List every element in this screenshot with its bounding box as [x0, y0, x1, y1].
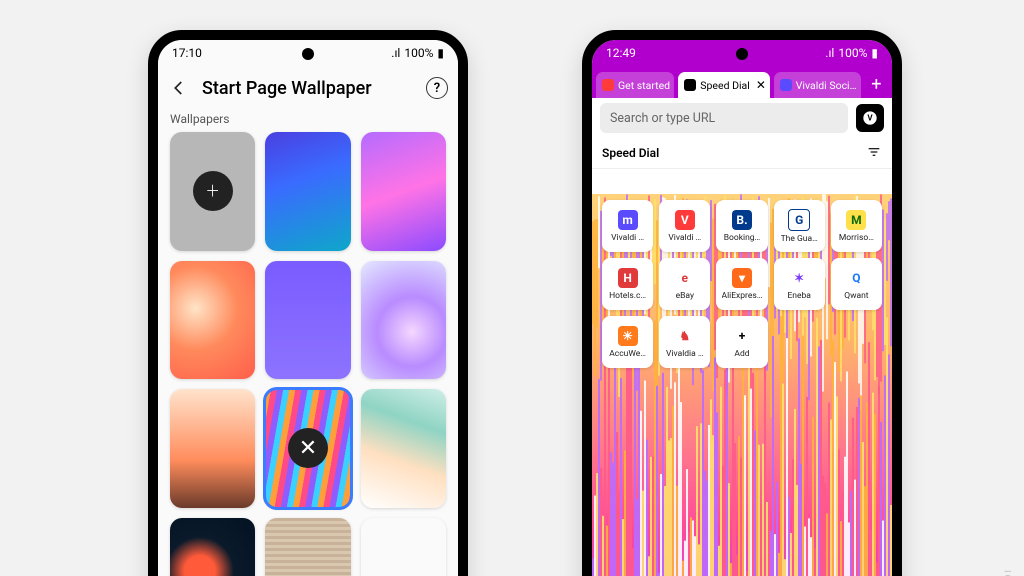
wallpaper-orange-sunset[interactable] [170, 389, 255, 508]
dial-9[interactable]: Q Qwant [831, 258, 882, 310]
dial-10[interactable]: ☀ AccuWe… [602, 316, 653, 368]
dial-icon: G [788, 209, 810, 231]
dial-11[interactable]: ♞ Vivaldia … [659, 316, 710, 368]
battery-pct: 100% [838, 46, 867, 60]
dial-icon: + [732, 326, 752, 346]
dial-label: Morriso… [839, 233, 874, 243]
tab-label: Get started [618, 79, 670, 92]
wallpaper-add[interactable]: + [170, 132, 255, 251]
dial-2[interactable]: B. Booking… [716, 200, 767, 252]
dial-label: Booking… [724, 233, 761, 243]
remove-wallpaper-button[interactable]: ✕ [288, 428, 328, 468]
tab-1[interactable]: Speed Dial ✕ [678, 72, 769, 98]
dial-label: Add [734, 349, 749, 359]
dial-icon: e [675, 268, 695, 288]
wallpaper-rainbow-swirl[interactable] [361, 518, 446, 576]
dial-label: Vivaldi … [611, 233, 644, 243]
section-label: Wallpapers [158, 110, 458, 132]
tab-favicon [780, 79, 792, 91]
dial-label: eBay [676, 291, 694, 301]
dial-7[interactable]: ▾ AliExpres… [716, 258, 767, 310]
vivaldi-menu-button[interactable]: V [856, 104, 884, 132]
dial-label: Eneba [787, 291, 810, 301]
wallpaper-color-stripes[interactable]: ✕ [265, 389, 350, 508]
tab-label: Vivaldi Soci… [796, 79, 857, 92]
dial-label: AliExpres… [722, 291, 763, 301]
dial-1[interactable]: V Vivaldi … [659, 200, 710, 252]
phone-browser: 12:49 .ıl 100% ▮ Get started Speed Dial ✕ V… [582, 30, 902, 576]
close-tab-button[interactable]: ✕ [756, 78, 766, 92]
dial-icon: ♞ [675, 326, 695, 346]
front-camera [736, 48, 748, 60]
dial-3[interactable]: G The Gua… [774, 200, 825, 252]
watermark: © VIVALDI [1004, 568, 1014, 576]
speed-dial-header: Speed Dial [592, 138, 892, 169]
wallpaper-wood-grain[interactable] [265, 518, 350, 576]
dial-label: Qwant [844, 291, 868, 301]
tab-favicon [602, 79, 614, 91]
new-tab-button[interactable]: + [865, 72, 888, 96]
status-time: 17:10 [172, 46, 202, 60]
dial-icon: M [846, 210, 866, 230]
url-bar: Search or type URL V [592, 98, 892, 138]
dial-label: Vivaldia … [666, 349, 704, 359]
status-time: 12:49 [606, 46, 636, 60]
filter-icon[interactable] [866, 144, 882, 163]
wallpaper-grid: +✕ [158, 132, 458, 576]
back-button[interactable] [168, 77, 190, 99]
dial-icon: ▾ [732, 268, 752, 288]
dial-icon: ✶ [789, 268, 809, 288]
front-camera [302, 48, 314, 60]
wallpaper-beach[interactable] [361, 389, 446, 508]
title-bar: Start Page Wallpaper ? [158, 66, 458, 110]
dial-icon: m [618, 210, 638, 230]
dial-icon: Q [846, 268, 866, 288]
tab-strip: Get started Speed Dial ✕ Vivaldi Soci… + [592, 66, 892, 98]
tab-2[interactable]: Vivaldi Soci… [774, 72, 861, 98]
dial-label: Hotels.c… [609, 291, 646, 301]
dial-icon: B. [732, 210, 752, 230]
dial-12[interactable]: + Add [716, 316, 767, 368]
battery-icon: ▮ [437, 46, 444, 60]
search-placeholder: Search or type URL [610, 111, 715, 126]
phone-settings: 17:10 .ıl 100% ▮ Start Page Wallpaper ? … [148, 30, 468, 576]
dial-icon: ☀ [618, 326, 638, 346]
dial-0[interactable]: m Vivaldi … [602, 200, 653, 252]
wallpaper-dark-wave[interactable] [170, 518, 255, 576]
tab-0[interactable]: Get started [596, 72, 674, 98]
signal-icon: .ıl [391, 46, 400, 60]
help-button[interactable]: ? [426, 77, 448, 99]
dial-4[interactable]: M Morriso… [831, 200, 882, 252]
svg-text:V: V [867, 114, 873, 123]
speed-dial-title: Speed Dial [602, 146, 659, 160]
wallpaper-purple-pink[interactable] [361, 132, 446, 251]
dial-icon: V [675, 210, 695, 230]
dial-label: Vivaldi … [668, 233, 701, 243]
page-title: Start Page Wallpaper [202, 78, 416, 99]
dial-8[interactable]: ✶ Eneba [774, 258, 825, 310]
wallpaper-lilac-flower[interactable] [361, 261, 446, 380]
dial-6[interactable]: e eBay [659, 258, 710, 310]
tab-label: Speed Dial [700, 79, 750, 92]
dial-label: The Gua… [781, 234, 818, 244]
dial-label: AccuWe… [609, 349, 646, 359]
wallpaper-coral-bloom[interactable] [170, 261, 255, 380]
battery-icon: ▮ [871, 46, 878, 60]
dial-5[interactable]: H Hotels.c… [602, 258, 653, 310]
battery-pct: 100% [404, 46, 433, 60]
speed-dial-grid: m Vivaldi … V Vivaldi … B. Booking… G The Gua… M… [602, 200, 882, 368]
signal-icon: .ıl [825, 46, 834, 60]
wallpaper-violet-solid[interactable] [265, 261, 350, 380]
dial-icon: H [618, 268, 638, 288]
search-input[interactable]: Search or type URL [600, 103, 848, 133]
plus-icon: + [193, 171, 233, 211]
wallpaper-blue-wave[interactable] [265, 132, 350, 251]
tab-favicon [684, 79, 696, 91]
